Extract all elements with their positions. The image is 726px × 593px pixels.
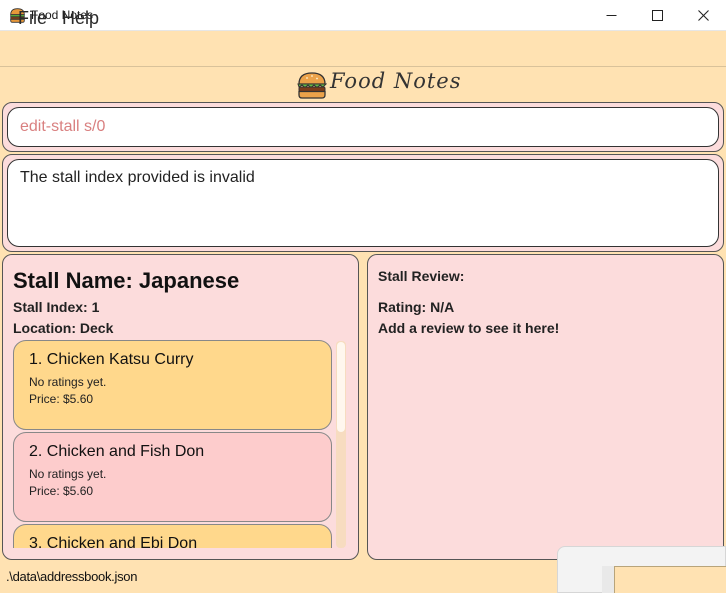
minimize-button[interactable] xyxy=(588,0,634,31)
stall-name: Stall Name: Japanese xyxy=(13,268,240,293)
menu-item-price: Price: $5.60 xyxy=(29,484,94,498)
status-bar-file-path: .\data\addressbook.json xyxy=(6,569,138,584)
overlapping-window-content xyxy=(614,566,726,593)
overlapping-window-sidebar xyxy=(602,566,614,593)
menu-item-rating: No ratings yet. xyxy=(29,375,107,389)
maximize-button[interactable] xyxy=(634,0,680,31)
menu-item-name: 2. Chicken and Fish Don xyxy=(29,443,205,460)
menu-item-name: 1. Chicken Katsu Curry xyxy=(29,351,194,368)
menu-item-card[interactable]: 2. Chicken and Fish Don No ratings yet. … xyxy=(13,432,332,522)
close-icon xyxy=(697,10,709,21)
menu-item-name: 3. Chicken and Ebi Don xyxy=(29,535,198,548)
review-rating: Rating: N/A xyxy=(378,299,455,315)
menu-item-price: Price: $5.60 xyxy=(29,392,94,406)
menu-bar xyxy=(0,31,726,67)
app-logo-text: Food Notes xyxy=(330,69,462,93)
stall-index: Stall Index: 1 xyxy=(13,299,100,315)
minimize-icon xyxy=(606,15,616,16)
command-input[interactable]: edit-stall s/0 xyxy=(7,107,719,147)
menu-item-list[interactable]: 1. Chicken Katsu Curry No ratings yet. P… xyxy=(9,338,336,548)
menu-item-card[interactable]: 3. Chicken and Ebi Don xyxy=(13,524,332,548)
close-button[interactable] xyxy=(680,0,726,31)
burger-logo-icon xyxy=(297,72,327,99)
review-empty-message: Add a review to see it here! xyxy=(378,320,560,336)
menu-file[interactable]: File xyxy=(18,8,47,29)
menu-help[interactable]: Help xyxy=(62,8,99,29)
result-display: The stall index provided is invalid xyxy=(7,159,719,247)
menu-item-card[interactable]: 1. Chicken Katsu Curry No ratings yet. P… xyxy=(13,340,332,430)
stall-location: Location: Deck xyxy=(13,320,114,336)
maximize-icon xyxy=(651,10,663,21)
menu-item-rating: No ratings yet. xyxy=(29,467,107,481)
review-title: Stall Review: xyxy=(378,268,465,284)
menu-list-scroll-thumb[interactable] xyxy=(337,342,345,432)
